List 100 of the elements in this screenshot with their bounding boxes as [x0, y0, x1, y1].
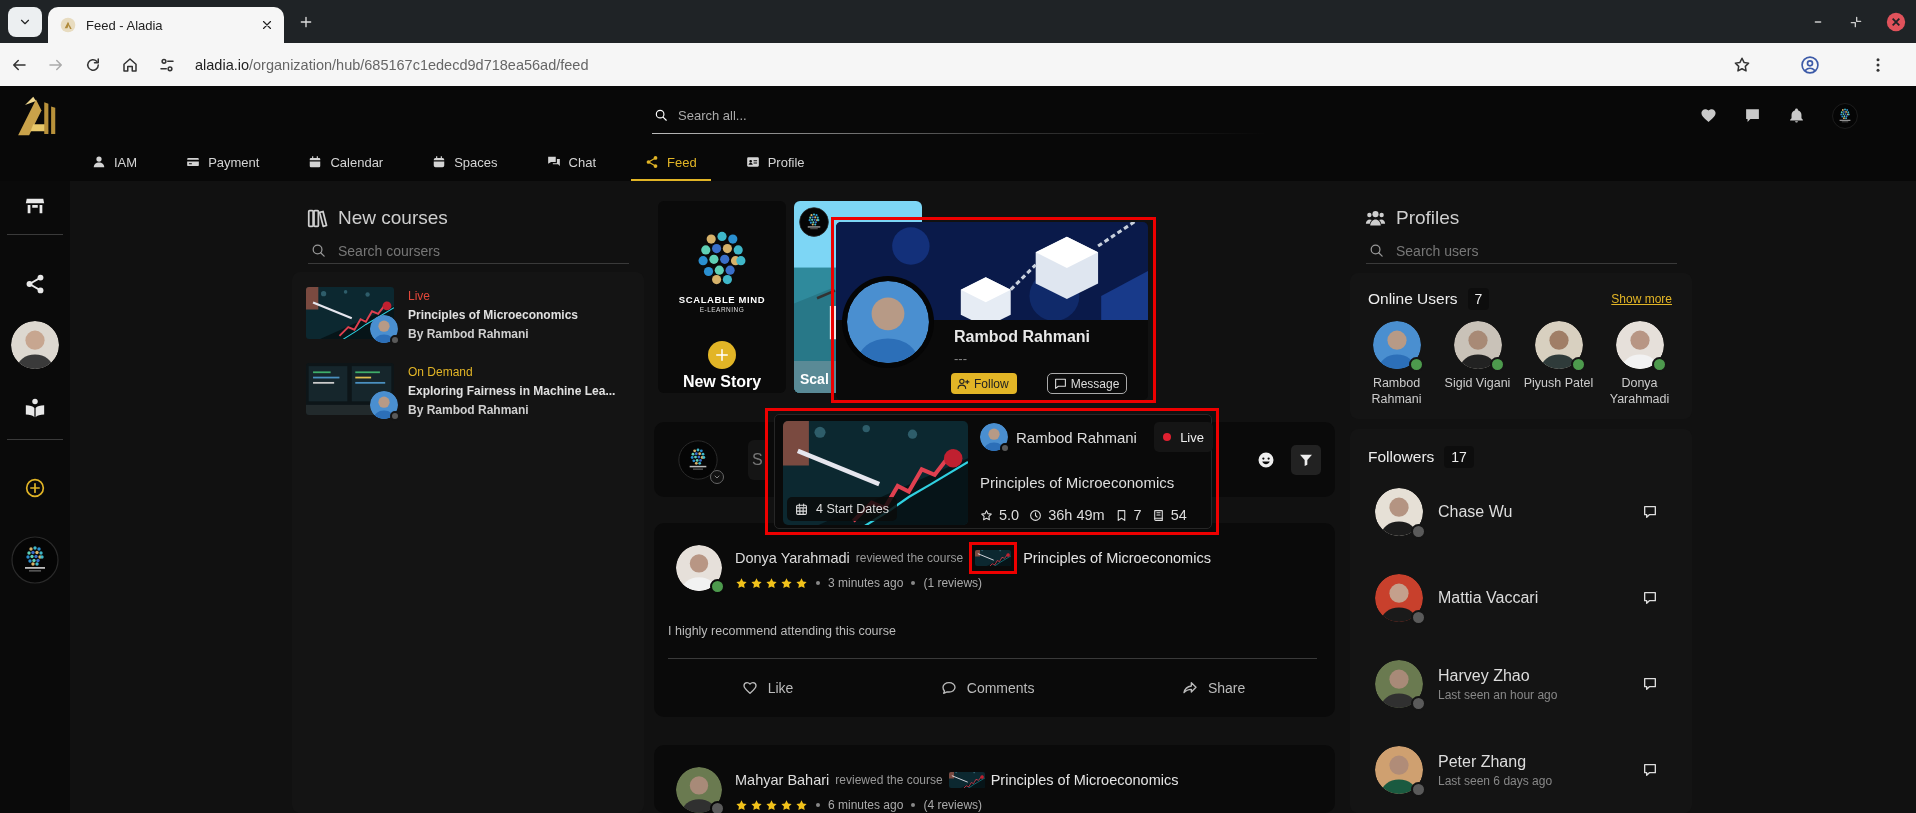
calendar-icon [795, 502, 808, 516]
search-input[interactable]: Search all... [678, 107, 1267, 123]
last-seen-text: Last seen an hour ago [1438, 687, 1558, 702]
star-icon [750, 576, 763, 590]
user-avatar[interactable] [11, 321, 59, 369]
add-story-button[interactable] [708, 341, 736, 369]
book-reader-icon[interactable] [24, 397, 46, 419]
message-icon[interactable] [1642, 676, 1658, 692]
profile-subtitle: --- [954, 351, 967, 366]
author-name[interactable]: Mahyar Bahari [735, 772, 830, 788]
nav-tab[interactable]: Spaces [418, 145, 512, 181]
brand-name: SCALABLE MIND [678, 294, 766, 305]
message-icon[interactable] [1642, 762, 1658, 778]
chat-icon [546, 155, 561, 169]
filter-button[interactable] [1291, 444, 1321, 475]
account-avatar[interactable] [1832, 102, 1858, 129]
user-name: Piyush Patel [1523, 375, 1594, 391]
last-seen-text: Last seen 6 days ago [1438, 773, 1553, 788]
id-card-icon [745, 155, 760, 169]
user-avatar[interactable] [1453, 321, 1502, 369]
section-title: New courses [338, 207, 448, 229]
organization-avatar[interactable] [678, 439, 718, 480]
favicon-icon [60, 17, 76, 33]
books-icon [307, 207, 328, 229]
course-link[interactable]: Principles of Microeconomics [1023, 550, 1211, 566]
reload-icon[interactable] [84, 55, 102, 74]
post-time: 3 minutes ago [828, 576, 904, 590]
account-icon[interactable] [1800, 54, 1820, 75]
browser-tab[interactable]: Feed - Aladia [48, 7, 284, 43]
nav-tab[interactable]: IAM [78, 145, 152, 181]
story-label: New Story [682, 373, 762, 391]
add-user-icon [957, 377, 970, 390]
user-avatar[interactable] [1375, 660, 1423, 708]
course-link[interactable]: Principles of Microeconomics [990, 772, 1179, 788]
chat-icon[interactable] [1744, 107, 1761, 124]
author-avatar [370, 315, 398, 343]
author-avatar[interactable] [676, 545, 722, 591]
address-field[interactable]: aladia.io/organization/hub/685167c1edecd9d718ea56ad/feed [195, 49, 589, 80]
saves-count: 7 [1133, 507, 1142, 523]
message-icon[interactable] [1642, 504, 1658, 520]
user-avatar[interactable] [1375, 488, 1423, 536]
star-icon [735, 798, 748, 812]
duration-value: 36h 49m [1048, 507, 1105, 523]
course-author: By Rambod Rahmani [408, 327, 530, 341]
emoji-icon[interactable] [1257, 450, 1275, 469]
share-icon[interactable] [24, 273, 46, 295]
search-input[interactable]: Search users [1396, 242, 1677, 259]
book-icon [1151, 508, 1165, 522]
calendar-icon [308, 155, 323, 169]
user-avatar[interactable] [1375, 746, 1423, 794]
message-icon[interactable] [1642, 590, 1658, 606]
author-name[interactable]: Donya Yarahmadi [735, 550, 850, 566]
status-badge: Live [1154, 422, 1213, 452]
post-input-field[interactable]: S [748, 439, 765, 480]
message-button[interactable]: Message [1046, 373, 1128, 394]
share-button[interactable]: Share [1181, 680, 1246, 696]
star-icon [765, 798, 778, 812]
message-icon [1053, 377, 1067, 390]
comments-button[interactable]: Comments [940, 680, 1035, 696]
star-icon [795, 576, 808, 590]
user-name: Peter Zhang [1438, 752, 1528, 771]
user-name: Rambod Rahmani [1370, 375, 1423, 407]
heart-icon [741, 680, 758, 696]
user-name: Donya Yarahmadi [1608, 375, 1671, 407]
course-title[interactable]: Exploring Fairness in Machine Lea... [408, 384, 616, 398]
search-input[interactable]: Search coursers [338, 242, 629, 259]
course-status: On Demand [408, 365, 474, 379]
user-name: Harvey Zhao [1438, 666, 1531, 685]
share-icon [645, 155, 660, 169]
heart-icon[interactable] [1700, 107, 1717, 124]
nav-tab[interactable]: Payment [172, 145, 274, 181]
user-avatar[interactable] [1372, 321, 1421, 369]
tab-list-button[interactable] [8, 6, 42, 37]
star-icon [980, 508, 993, 522]
like-button[interactable]: Like [741, 680, 794, 696]
show-more-link[interactable]: Show more [1611, 292, 1672, 306]
bell-icon[interactable] [1788, 107, 1805, 124]
nav-tab[interactable]: Calendar [294, 145, 398, 181]
add-icon[interactable] [25, 478, 45, 498]
follow-button[interactable]: Follow [951, 373, 1017, 394]
star-icon [750, 798, 763, 812]
user-avatar[interactable] [1375, 574, 1423, 622]
plus-icon [713, 346, 731, 364]
bookmark-star-icon[interactable] [1733, 55, 1751, 74]
profile-name: Rambod Rahmani [954, 328, 1090, 346]
home-icon[interactable] [121, 55, 139, 74]
search-icon [654, 108, 668, 122]
nav-tab[interactable]: Profile [731, 145, 819, 181]
dropdown-button[interactable] [710, 469, 724, 484]
author-avatar[interactable] [676, 767, 722, 813]
course-title[interactable]: Principles of Microeconomics [408, 308, 579, 322]
author-avatar [980, 423, 1008, 451]
start-dates-badge: 4 Start Dates [787, 497, 897, 521]
organization-avatar[interactable] [11, 536, 59, 584]
nav-tab[interactable]: Chat [532, 145, 611, 181]
user-avatar[interactable] [1615, 321, 1664, 369]
star-icon [780, 798, 793, 812]
activity-text: reviewed the course [835, 773, 943, 787]
close-icon[interactable] [260, 18, 274, 32]
user-avatar[interactable] [1534, 321, 1583, 369]
